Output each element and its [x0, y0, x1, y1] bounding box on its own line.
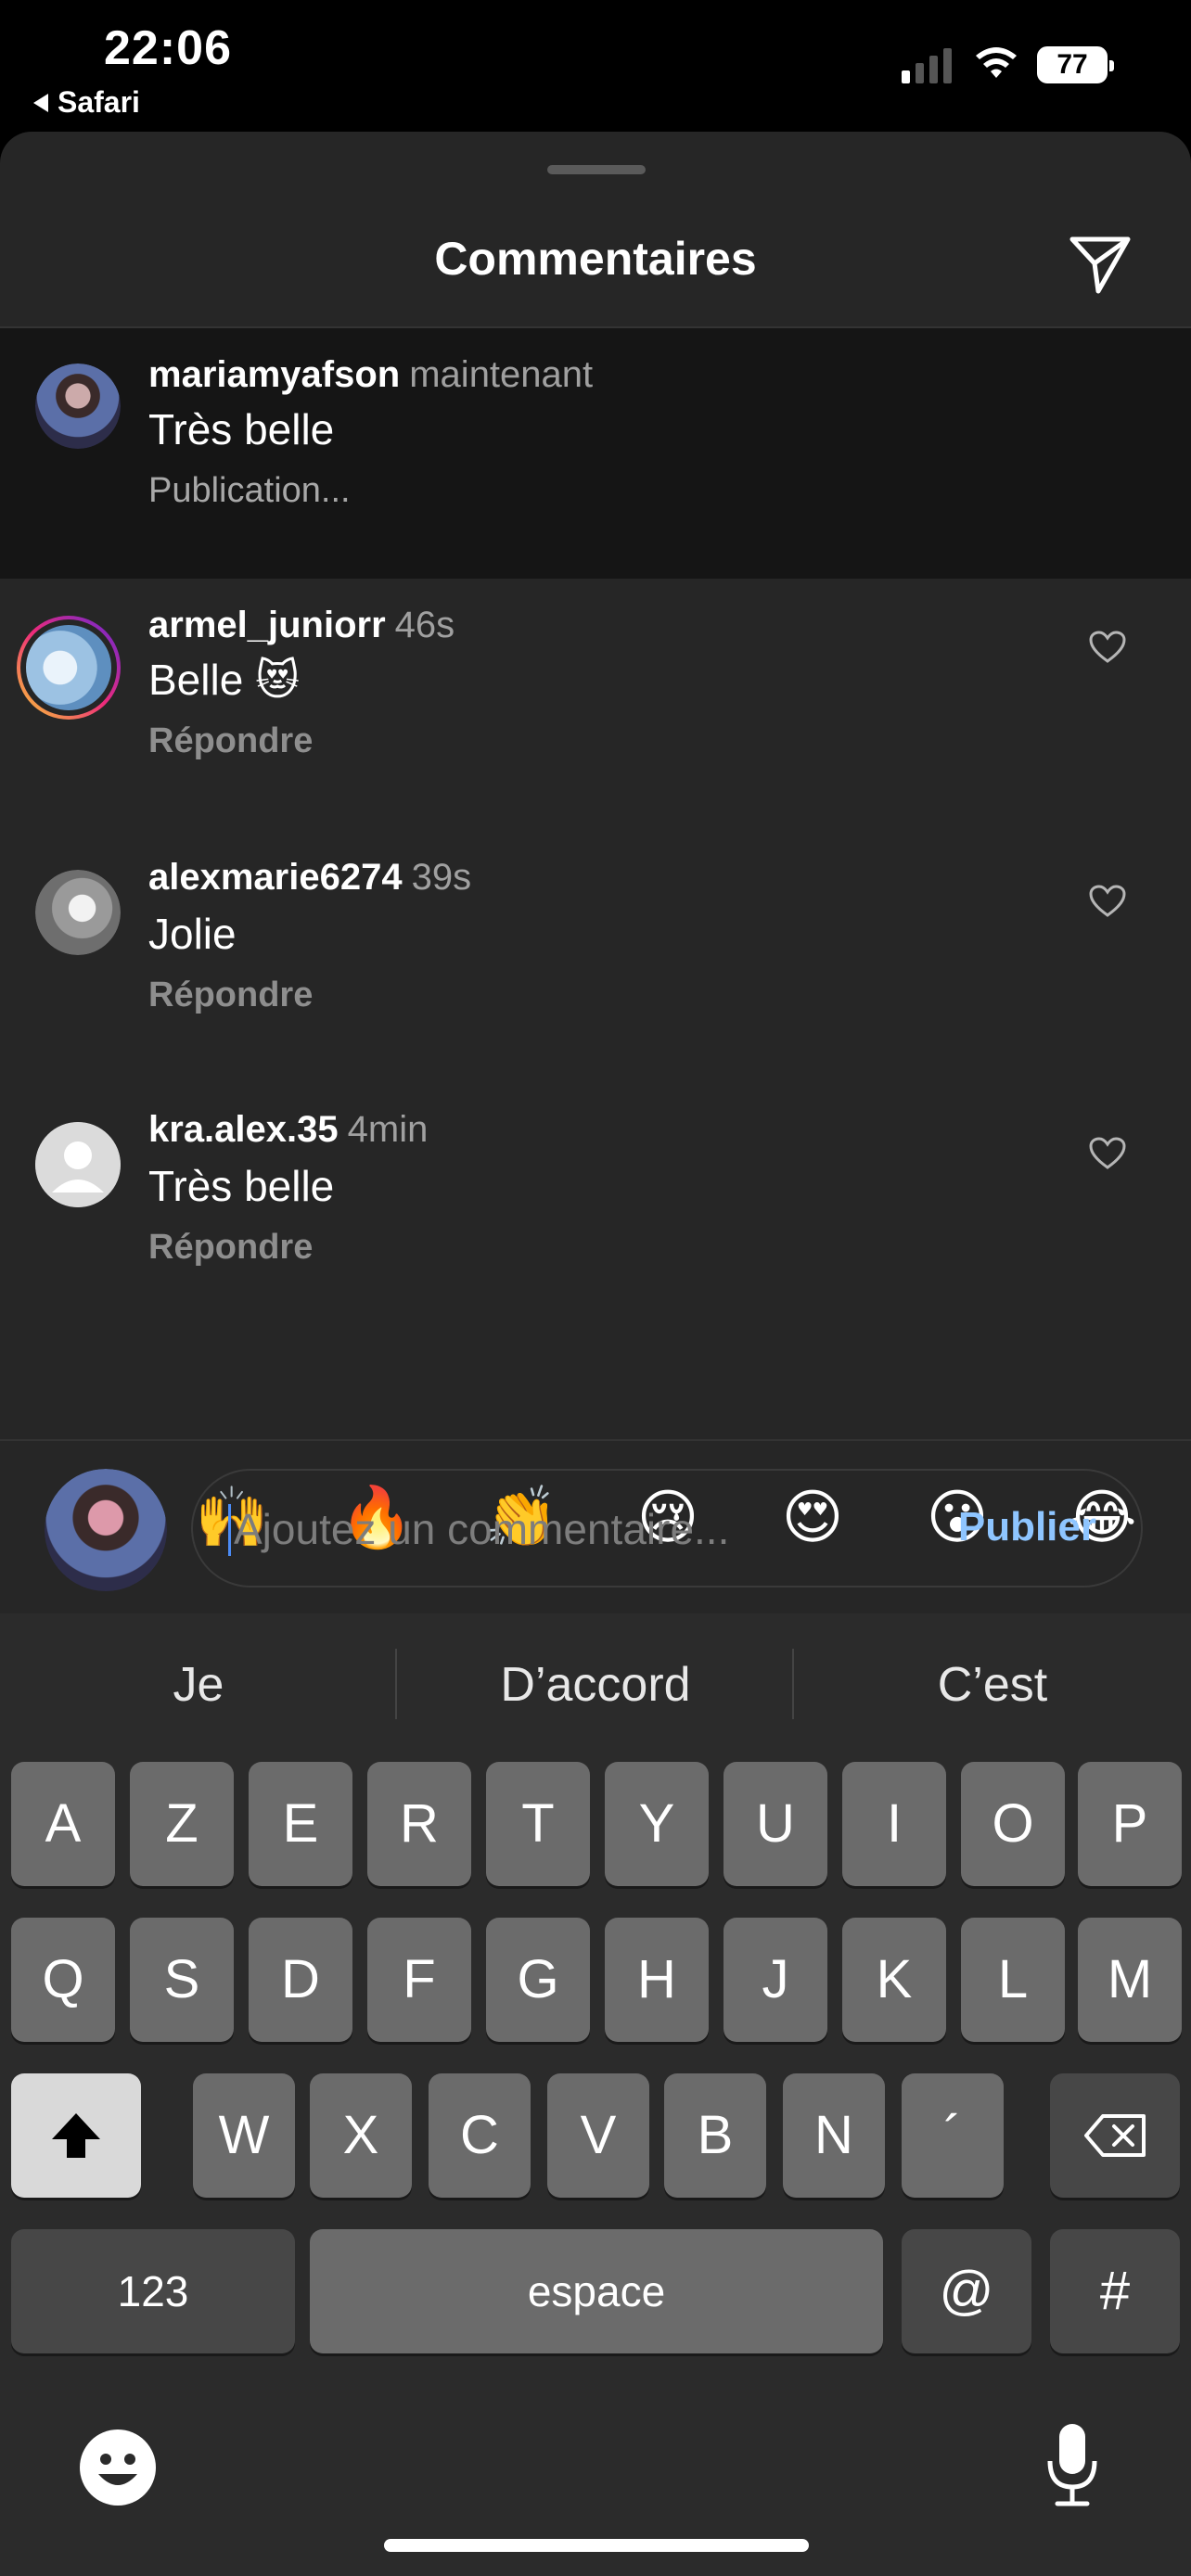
comment-text: Très belle — [148, 405, 335, 453]
key-w[interactable]: W — [193, 2073, 295, 2198]
key-b[interactable]: B — [664, 2073, 766, 2198]
comment-time: 39s — [411, 857, 472, 898]
key-y[interactable]: Y — [605, 1762, 709, 1886]
comment-username[interactable]: armel_juniorr — [148, 605, 386, 645]
comment-row: alexmarie6274 39s Jolie Répondre — [0, 833, 1191, 1085]
comment-time: 4min — [347, 1109, 429, 1150]
key-z[interactable]: Z — [130, 1762, 234, 1886]
avatar[interactable] — [35, 870, 121, 955]
key-s[interactable]: S — [130, 1918, 234, 2042]
comment-placeholder: Ajoutez un commentaire... — [234, 1505, 730, 1553]
key-g[interactable]: G — [486, 1918, 590, 2042]
key-c[interactable]: C — [429, 2073, 531, 2198]
smiley-icon[interactable] — [78, 2428, 158, 2507]
backspace-icon — [1084, 2114, 1146, 2157]
comment-username[interactable]: alexmarie6274 — [148, 857, 403, 898]
key-e[interactable]: E — [249, 1762, 352, 1886]
comment-row: kra.alex.35 4min Très belle Répondre — [0, 1085, 1191, 1337]
key-q[interactable]: Q — [11, 1918, 115, 2042]
paper-plane-icon[interactable] — [1067, 230, 1133, 297]
keyboard: Je D’accord C’est A Z E R T Y U I O P Q … — [0, 1613, 1191, 2576]
comment-meta: mariamyafson maintenant — [148, 354, 593, 396]
reply-button[interactable]: Répondre — [148, 721, 313, 761]
avatar[interactable] — [17, 616, 121, 720]
heart-outline-icon[interactable] — [1089, 885, 1126, 918]
key-t[interactable]: T — [486, 1762, 590, 1886]
at-key[interactable]: @ — [902, 2229, 1031, 2353]
microphone-icon[interactable] — [1044, 2420, 1100, 2509]
suggestion-divider — [395, 1649, 397, 1719]
numbers-key[interactable]: 123 — [11, 2229, 295, 2353]
hash-key[interactable]: # — [1050, 2229, 1180, 2353]
comment-username[interactable]: kra.alex.35 — [148, 1109, 339, 1150]
key-l[interactable]: L — [961, 1918, 1065, 2042]
comment-input[interactable]: Ajoutez un commentaire... Publier — [191, 1469, 1143, 1588]
comments-sheet: Commentaires mariamyafson maintenant Très… — [0, 132, 1191, 1613]
comment-row-pending: mariamyafson maintenant Très belle Public… — [0, 328, 1191, 579]
cellular-signal-icon — [902, 46, 952, 83]
sheet-title: Commentaires — [434, 233, 757, 285]
heart-outline-icon[interactable] — [1089, 631, 1126, 664]
key-acute-accent[interactable]: ´ — [902, 2073, 1004, 2198]
key-p[interactable]: P — [1078, 1762, 1182, 1886]
sheet-grabber[interactable] — [547, 165, 646, 174]
battery-indicator: 77 — [1037, 46, 1114, 83]
status-bar: 22:06 Safari 77 — [0, 0, 1191, 130]
heart-outline-icon[interactable] — [1089, 1137, 1126, 1170]
suggestion-3[interactable]: C’est — [794, 1613, 1191, 1756]
predictive-bar: Je D’accord C’est — [0, 1613, 1191, 1756]
comment-text: Belle 😻 — [148, 656, 301, 704]
space-key[interactable]: espace — [310, 2229, 883, 2353]
key-n[interactable]: N — [783, 2073, 885, 2198]
status-time: 22:06 — [104, 21, 232, 75]
suggestion-2[interactable]: D’accord — [397, 1613, 794, 1756]
key-f[interactable]: F — [367, 1918, 471, 2042]
suggestion-divider — [792, 1649, 794, 1719]
publish-button[interactable]: Publier — [958, 1504, 1096, 1550]
comment-time: 46s — [394, 605, 455, 645]
key-j[interactable]: J — [724, 1918, 827, 2042]
my-avatar — [45, 1469, 167, 1591]
home-indicator[interactable] — [384, 2539, 809, 2552]
reply-button[interactable]: Répondre — [148, 976, 313, 1015]
comment-meta: kra.alex.35 4min — [148, 1109, 428, 1151]
key-k[interactable]: K — [842, 1918, 946, 2042]
comment-text: Jolie — [148, 910, 237, 958]
comment-row: armel_juniorr 46s Belle 😻 Répondre — [0, 579, 1191, 831]
key-d[interactable]: D — [249, 1918, 352, 2042]
suggestion-1[interactable]: Je — [0, 1613, 397, 1756]
delete-key[interactable] — [1050, 2073, 1180, 2198]
text-caret — [228, 1504, 231, 1556]
key-h[interactable]: H — [605, 1918, 709, 2042]
comment-meta: armel_juniorr 46s — [148, 605, 455, 646]
key-x[interactable]: X — [310, 2073, 412, 2198]
avatar[interactable] — [35, 1122, 121, 1207]
key-o[interactable]: O — [961, 1762, 1065, 1886]
reply-button[interactable]: Répondre — [148, 1228, 313, 1268]
posting-status: Publication... — [148, 471, 351, 510]
shift-key[interactable] — [11, 2073, 141, 2198]
shift-arrow-icon — [52, 2113, 100, 2158]
avatar[interactable] — [35, 363, 121, 449]
battery-level: 77 — [1057, 49, 1088, 80]
wifi-icon — [976, 47, 1017, 78]
default-avatar-icon — [35, 1122, 121, 1207]
key-i[interactable]: I — [842, 1762, 946, 1886]
key-m[interactable]: M — [1078, 1918, 1182, 2042]
comment-username[interactable]: mariamyafson — [148, 354, 400, 395]
back-to-app-link[interactable]: Safari — [33, 85, 140, 120]
key-r[interactable]: R — [367, 1762, 471, 1886]
key-v[interactable]: V — [547, 2073, 649, 2198]
back-triangle-icon — [33, 93, 48, 112]
key-u[interactable]: U — [724, 1762, 827, 1886]
comment-time: maintenant — [409, 354, 594, 395]
back-app-label: Safari — [58, 85, 140, 119]
comment-text: Très belle — [148, 1162, 335, 1210]
comment-meta: alexmarie6274 39s — [148, 857, 471, 899]
key-a[interactable]: A — [11, 1762, 115, 1886]
